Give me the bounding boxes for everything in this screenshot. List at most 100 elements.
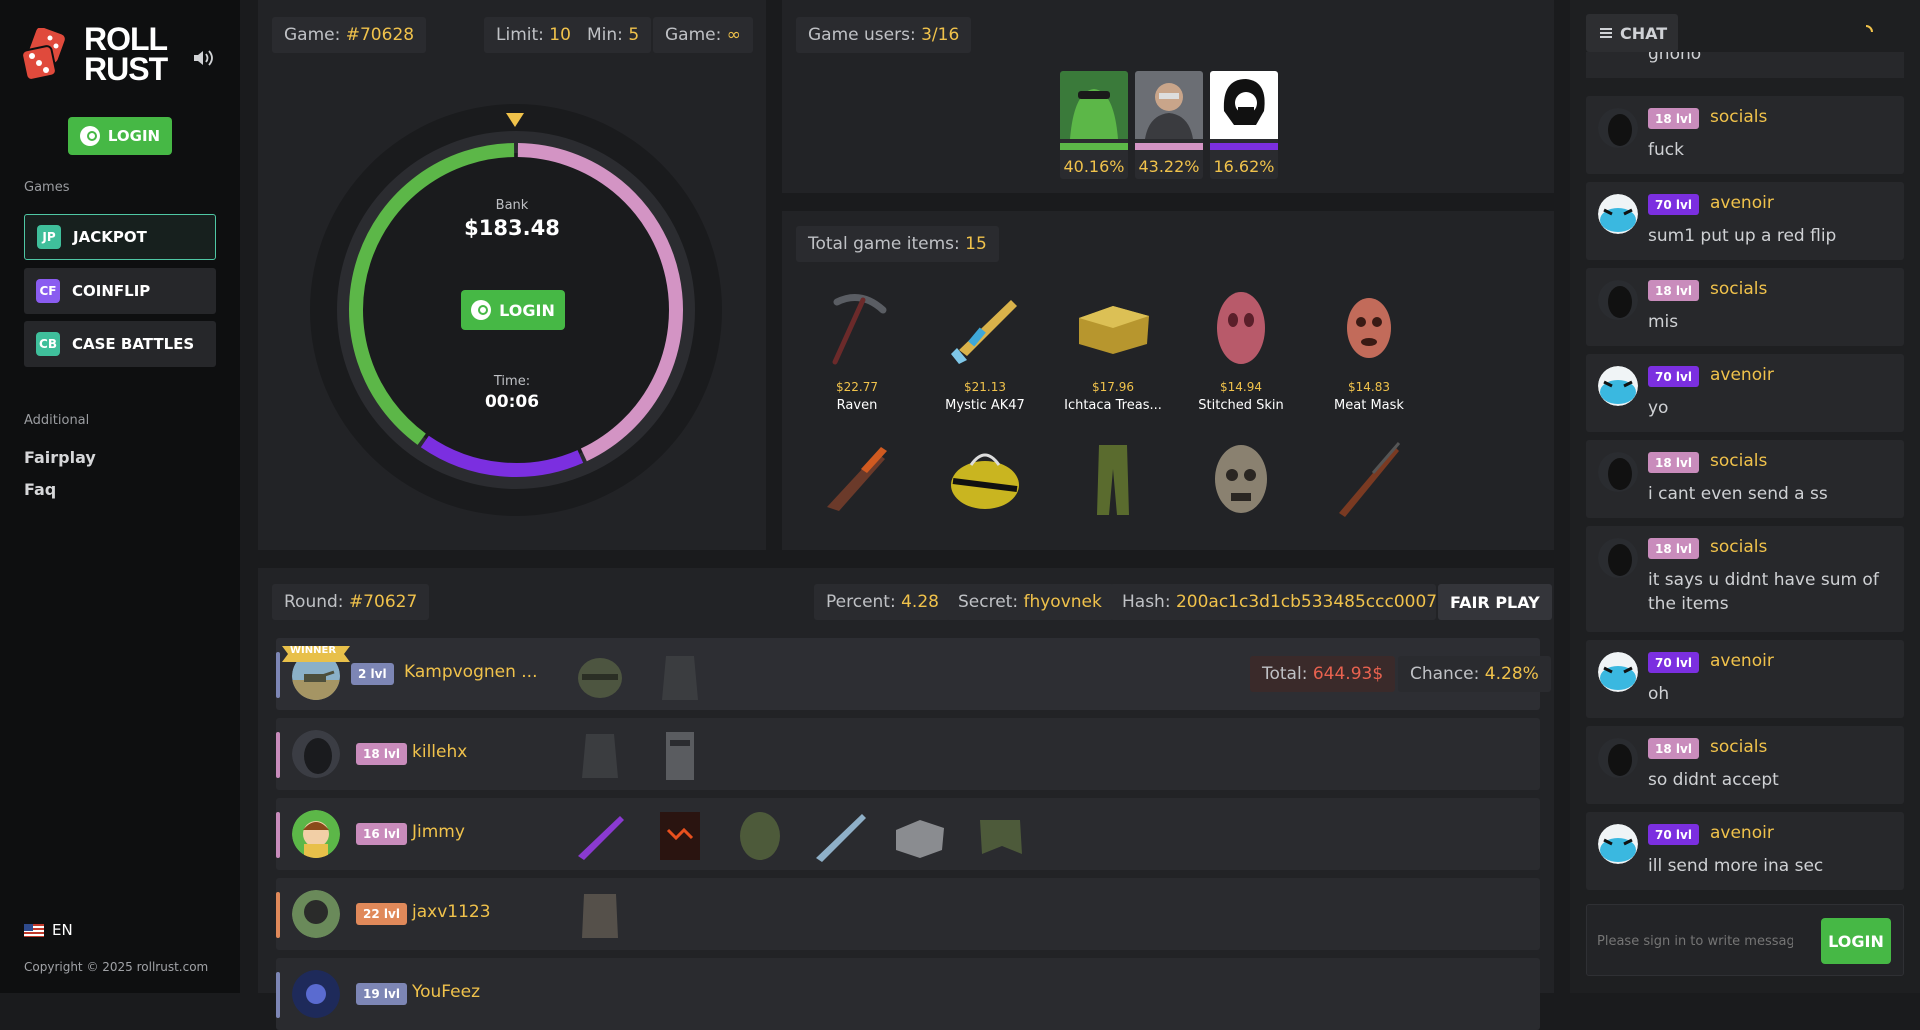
language-selector[interactable]: EN xyxy=(24,921,73,939)
item-card[interactable]: $21.13 Mystic AK47 xyxy=(925,288,1045,413)
shotgun-item-icon[interactable] xyxy=(817,439,897,519)
player-name[interactable]: YouFeez xyxy=(412,982,480,1002)
steam-icon xyxy=(471,300,492,320)
vest-item-icon xyxy=(662,656,698,700)
chat-username[interactable]: socials xyxy=(1710,737,1767,757)
avatar xyxy=(1598,280,1638,320)
jackpot-panel: Game: #70628 Limit: 10 Min: 5 Game: ∞ Ba… xyxy=(258,0,766,550)
user-card[interactable]: 43.22% xyxy=(1135,71,1203,179)
player-name[interactable]: Kampvognen ... xyxy=(404,662,538,682)
chat-username[interactable]: socials xyxy=(1710,279,1767,299)
faq-link[interactable]: Faq xyxy=(24,480,56,499)
fair-play-button[interactable]: FAIR PLAY xyxy=(1438,584,1552,620)
avatar xyxy=(1135,71,1203,139)
table-row: 19 lvl YouFeez xyxy=(276,958,1540,1030)
winner-badge: WINNER xyxy=(290,645,337,656)
user-card[interactable]: 16.62% xyxy=(1210,71,1278,179)
player-level-badge: 18 lvl xyxy=(356,743,407,765)
chat-level-badge: 70 lvl xyxy=(1648,652,1699,673)
chance-chip: Chance: 4.28% xyxy=(1398,656,1551,692)
chat-message-text: it says u didnt have sum of the items xyxy=(1648,570,1879,614)
player-name[interactable]: Jimmy xyxy=(412,822,465,842)
chat-level-badge: 70 lvl xyxy=(1648,824,1699,845)
user-card[interactable]: 40.16% xyxy=(1060,71,1128,179)
min-value: 5 xyxy=(628,25,640,45)
chat-message-text: i cant even send a ss xyxy=(1648,484,1828,504)
chat-message: 18 lvl socials it says u didnt have sum … xyxy=(1586,526,1904,632)
player-name[interactable]: jaxv1123 xyxy=(412,902,491,922)
percent-label: Percent: xyxy=(826,592,896,612)
avatar xyxy=(1598,538,1638,578)
item-price: $17.96 xyxy=(1092,380,1134,394)
chance-value: 4.28% xyxy=(1484,664,1539,684)
player-name[interactable]: killehx xyxy=(412,742,467,762)
rifle-item-icon[interactable] xyxy=(1329,439,1409,519)
chat-message: 18 lvl socials so didnt accept xyxy=(1586,726,1904,804)
additional-section-label: Additional xyxy=(24,413,90,428)
total-chip: Total: 644.93$ xyxy=(1250,656,1396,692)
chat-message-text: oh xyxy=(1648,684,1670,704)
sidebar-item-jackpot[interactable]: JP JACKPOT xyxy=(24,214,216,260)
round-id: #70627 xyxy=(348,592,418,612)
avatar xyxy=(292,730,340,778)
sidebar-item-case-battles[interactable]: CB CASE BATTLES xyxy=(24,321,216,367)
skull-mask-item-icon[interactable] xyxy=(1201,439,1281,519)
hood-item-icon xyxy=(740,812,780,860)
item-name: Raven xyxy=(836,398,878,413)
user-color-bar xyxy=(1135,143,1203,150)
item-card[interactable]: $14.83 Meat Mask xyxy=(1309,288,1429,413)
game-users-label: Game users: xyxy=(808,25,916,45)
chat-message: 70 lvl avenoir oh xyxy=(1586,640,1904,718)
sidebar-item-label: CASE BATTLES xyxy=(72,335,195,353)
winner-row: WINNER 2 lvl Kampvognen ... Total: 644.9… xyxy=(276,638,1551,710)
previous-round-panel: Round: #70627 Percent: 4.28 Secret: fhyo… xyxy=(258,568,1554,1030)
secret-chip: Secret: fhyovnek xyxy=(946,584,1114,620)
game-items-panel: Total game items: 15 $22.77 Raven $21.13… xyxy=(782,211,1554,550)
chat-username[interactable]: avenoir xyxy=(1710,193,1774,213)
chat-username[interactable]: socials xyxy=(1710,537,1767,557)
game-items-label: Total game items: xyxy=(808,234,960,254)
secret-value: fhyovnek xyxy=(1023,592,1102,612)
pickaxe-icon xyxy=(832,294,887,365)
player-level-badge: 16 lvl xyxy=(356,823,407,845)
logo[interactable]: ROLL RUST xyxy=(22,22,172,92)
chat-login-button[interactable]: LOGIN xyxy=(1821,918,1891,964)
sidebar-item-coinflip[interactable]: CF COINFLIP xyxy=(24,268,216,314)
steam-icon xyxy=(79,126,100,146)
chat-username[interactable]: avenoir xyxy=(1710,823,1774,843)
chest-armor-item-icon xyxy=(582,894,618,938)
sidebar-login-button[interactable]: LOGIN xyxy=(68,117,172,155)
wheel-login-button[interactable]: LOGIN xyxy=(461,290,565,330)
hash-label: Hash: xyxy=(1122,592,1171,612)
chat-tab[interactable]: CHAT xyxy=(1586,14,1678,52)
limit-label: Limit: xyxy=(496,25,544,45)
item-name: Meat Mask xyxy=(1334,398,1404,413)
pants-item-icon[interactable] xyxy=(1073,439,1153,519)
game-items-count: 15 xyxy=(965,234,987,254)
item-price: $21.13 xyxy=(964,380,1006,394)
fairplay-link[interactable]: Fairplay xyxy=(24,448,96,467)
bank-label: Bank xyxy=(495,198,529,213)
chat-level-badge: 70 lvl xyxy=(1648,194,1699,215)
chat-message-input[interactable] xyxy=(1597,929,1793,953)
chat-username[interactable]: avenoir xyxy=(1710,365,1774,385)
chat-message: 70 lvl avenoir sum1 put up a red flip xyxy=(1586,182,1904,260)
time-label: Time: xyxy=(493,374,531,389)
speaker-icon[interactable] xyxy=(192,48,214,68)
game-users-count: 3/16 xyxy=(921,25,960,45)
sign-item-icon xyxy=(660,812,700,860)
chat-username[interactable]: avenoir xyxy=(1710,651,1774,671)
item-card[interactable]: $14.94 Stitched Skin xyxy=(1181,288,1301,413)
player-color-stripe xyxy=(276,732,280,778)
chat-level-badge: 18 lvl xyxy=(1648,538,1699,559)
item-price: $22.77 xyxy=(836,380,878,394)
item-card[interactable]: $22.77 Raven xyxy=(797,288,917,413)
caution-helmet-item-icon[interactable] xyxy=(945,439,1025,519)
jackpot-icon: JP xyxy=(37,225,61,249)
chat-username[interactable]: socials xyxy=(1710,107,1767,127)
item-card[interactable]: $17.96 Ichtaca Treas... xyxy=(1053,288,1173,413)
chat-message-text: yo xyxy=(1648,398,1669,418)
chat-message-text: mis xyxy=(1648,312,1679,332)
chat-username[interactable]: socials xyxy=(1710,451,1767,471)
total-label: Total: xyxy=(1262,664,1308,684)
